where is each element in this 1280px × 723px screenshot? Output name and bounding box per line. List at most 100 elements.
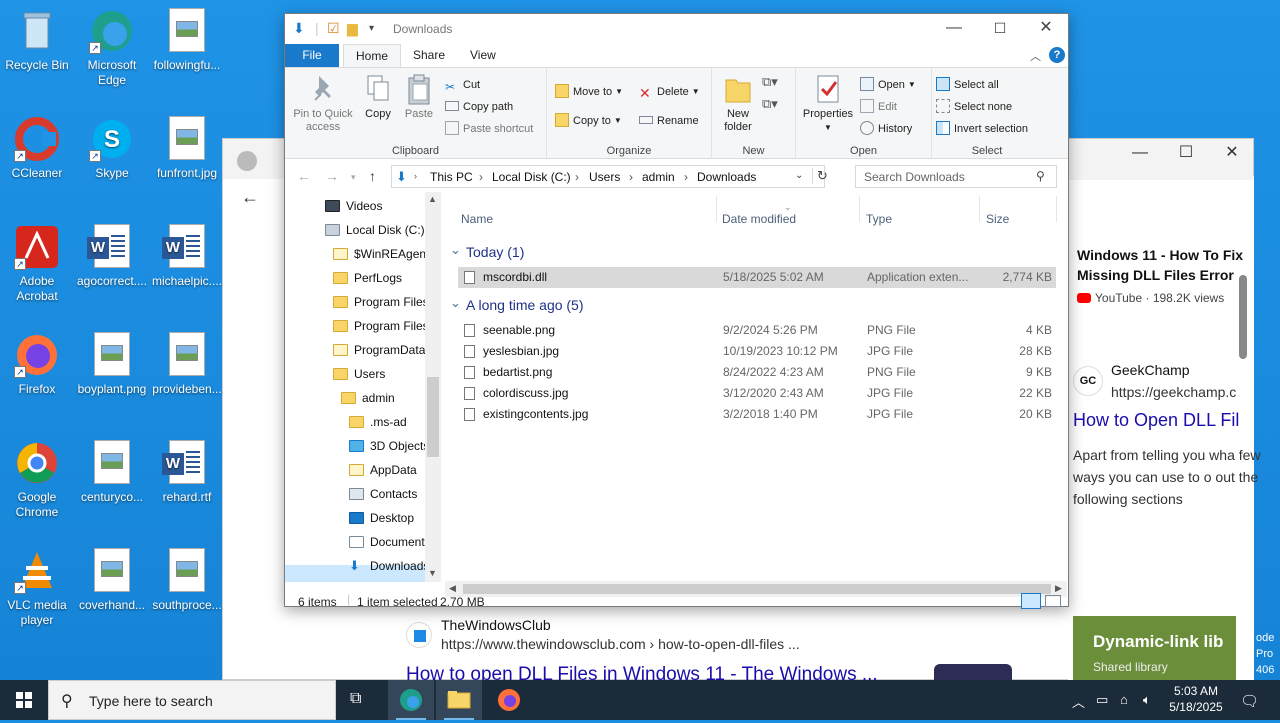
column-type[interactable]: Type: [866, 212, 892, 226]
move-to-button[interactable]: Move to ▼: [555, 82, 623, 102]
nav-scrollbar[interactable]: ▲ ▼: [425, 192, 441, 582]
network-icon[interactable]: ⌂: [1120, 692, 1128, 707]
address-bar[interactable]: ⬇ › This PC › Local Disk (C:) › Users › …: [391, 165, 828, 188]
chevron-right-icon[interactable]: ›: [575, 170, 579, 184]
nav-item-desktop[interactable]: Desktop: [349, 507, 414, 529]
browser-minimize-button[interactable]: —: [1117, 138, 1163, 168]
nav-item-3d-objects[interactable]: 3D Objects: [349, 435, 429, 457]
nav-item-contacts[interactable]: Contacts: [349, 483, 417, 505]
open-button[interactable]: Open ▼: [860, 75, 916, 95]
group-header-today[interactable]: ⌄ Today (1): [450, 242, 524, 260]
large-icons-view-icon[interactable]: [1045, 595, 1061, 607]
notifications-icon[interactable]: 🗨︎: [1240, 692, 1259, 710]
nav-item-winreagent[interactable]: $WinREAgent: [333, 243, 429, 265]
tab-share[interactable]: Share: [401, 44, 457, 67]
new-folder-quick-icon[interactable]: ▆: [347, 20, 358, 37]
tab-view[interactable]: View: [458, 44, 508, 67]
pin-to-quick-access-button[interactable]: Pin to Quick access: [291, 72, 355, 134]
video-result-title[interactable]: Windows 11 - How To Fix Missing DLL File…: [1077, 245, 1247, 285]
properties-quick-icon[interactable]: ☑: [327, 20, 340, 37]
nav-scroll-thumb[interactable]: [427, 377, 439, 457]
copy-button[interactable]: Copy: [361, 72, 395, 121]
close-button[interactable]: ✕: [1023, 14, 1069, 44]
scroll-up-icon[interactable]: ▲: [428, 194, 437, 204]
firefox-icon[interactable]: ↗ Firefox: [0, 332, 74, 397]
nav-item-programdata[interactable]: ProgramData: [333, 339, 425, 361]
new-folder-button[interactable]: New folder: [718, 72, 758, 134]
show-hidden-icons-icon[interactable]: ︿: [1072, 692, 1085, 711]
breadcrumb-admin[interactable]: admin: [642, 170, 675, 184]
easy-access-icon[interactable]: ⧉▾: [762, 96, 778, 112]
tab-file[interactable]: File: [285, 44, 339, 67]
group-header-long-ago[interactable]: ⌄ A long time ago (5): [450, 295, 584, 313]
paste-button[interactable]: Paste: [401, 72, 437, 121]
image-file-icon[interactable]: coverhand...: [75, 548, 149, 613]
battery-icon[interactable]: ▭: [1096, 692, 1108, 708]
up-button[interactable]: ↑: [369, 168, 376, 184]
collapse-ribbon-icon[interactable]: ︿: [1030, 48, 1041, 64]
result-link[interactable]: How to Open DLL Fil: [1073, 410, 1239, 431]
column-divider[interactable]: [859, 196, 860, 222]
breadcrumb-users[interactable]: Users: [589, 170, 620, 184]
nav-item-videos[interactable]: Videos: [325, 195, 382, 217]
invert-selection-button[interactable]: Invert selection: [936, 119, 1028, 139]
image-file-icon[interactable]: centuryco...: [75, 440, 149, 505]
google-chrome-icon[interactable]: Google Chrome: [0, 440, 74, 520]
volume-icon[interactable]: 🔈︎: [1143, 692, 1151, 708]
cut-button[interactable]: ✂ Cut: [445, 75, 480, 95]
file-row[interactable]: mscordbi.dll 5/18/2025 5:02 AM Applicati…: [458, 267, 1056, 288]
image-file-icon[interactable]: funfront.jpg: [150, 116, 224, 181]
file-row[interactable]: yeslesbian.jpg 10/19/2023 10:12 PM JPG F…: [458, 341, 1056, 362]
copy-to-button[interactable]: Copy to ▼: [555, 111, 622, 131]
column-size[interactable]: Size: [986, 212, 1009, 226]
task-view-icon[interactable]: ⧉: [350, 690, 361, 708]
details-view-icon[interactable]: [1021, 593, 1041, 609]
browser-close-button[interactable]: ✕: [1209, 138, 1255, 168]
forward-button[interactable]: →: [325, 168, 339, 184]
image-file-icon[interactable]: boyplant.png: [75, 332, 149, 397]
start-button[interactable]: [16, 692, 32, 708]
recycle-bin-icon[interactable]: Recycle Bin: [0, 8, 74, 73]
knowledge-card[interactable]: Dynamic-link lib Shared library: [1073, 616, 1236, 680]
breadcrumb-this-pc[interactable]: This PC: [430, 170, 473, 184]
taskbar-file-explorer[interactable]: [436, 680, 482, 720]
help-icon[interactable]: ?: [1049, 47, 1065, 63]
column-divider[interactable]: [979, 196, 980, 222]
chevron-right-icon[interactable]: ›: [684, 170, 688, 184]
select-all-button[interactable]: Select all: [936, 75, 999, 95]
new-item-icon[interactable]: ⧉▾: [762, 74, 778, 90]
nav-item-admin[interactable]: admin: [341, 387, 395, 409]
adobe-acrobat-icon[interactable]: ↗ Adobe Acrobat: [0, 224, 74, 304]
nav-item-downloads[interactable]: ⬇ Downloads: [349, 555, 429, 577]
back-button[interactable]: ←: [297, 168, 311, 184]
tab-home[interactable]: Home: [343, 44, 402, 67]
chevron-right-icon[interactable]: ›: [479, 170, 483, 184]
search-box[interactable]: Search Downloads ⚲: [855, 165, 1057, 188]
browser-maximize-button[interactable]: ☐: [1163, 138, 1209, 168]
column-divider[interactable]: [1056, 196, 1057, 222]
taskbar-firefox[interactable]: [486, 680, 532, 720]
minimize-button[interactable]: —: [931, 14, 977, 44]
microsoft-edge-icon[interactable]: ↗ Microsoft Edge: [75, 8, 149, 88]
back-arrow-icon[interactable]: ←: [241, 187, 259, 208]
rename-button[interactable]: Rename: [639, 111, 699, 131]
image-file-icon[interactable]: southproce...: [150, 548, 224, 613]
image-file-icon[interactable]: followingfu...: [150, 8, 224, 73]
edit-button[interactable]: Edit: [860, 97, 897, 117]
nav-item-users[interactable]: Users: [333, 363, 385, 385]
scroll-down-icon[interactable]: ▼: [428, 568, 437, 578]
nav-item-documents[interactable]: Documents: [349, 531, 431, 553]
ccleaner-icon[interactable]: ↗ CCleaner: [0, 116, 74, 181]
chevron-right-icon[interactable]: ›: [629, 170, 633, 184]
nav-item-program-files-x86[interactable]: Program Files: [333, 315, 429, 337]
taskbar-search-box[interactable]: ⚲ Type here to search: [48, 680, 336, 720]
nav-item-perflogs[interactable]: PerfLogs: [333, 267, 402, 289]
properties-button[interactable]: Properties ▼: [800, 72, 856, 135]
nav-item-appdata[interactable]: AppData: [349, 459, 417, 481]
nav-item-program-files[interactable]: Program Files: [333, 291, 429, 313]
file-row[interactable]: colordiscuss.jpg 3/12/2020 2:43 AM JPG F…: [458, 383, 1056, 404]
delete-button[interactable]: ✕ Delete ▼: [639, 82, 700, 102]
nav-item-ms-ad[interactable]: .ms-ad: [349, 411, 407, 433]
address-dropdown-icon[interactable]: ⌄: [795, 170, 803, 181]
copy-path-button[interactable]: Copy path: [445, 97, 513, 117]
